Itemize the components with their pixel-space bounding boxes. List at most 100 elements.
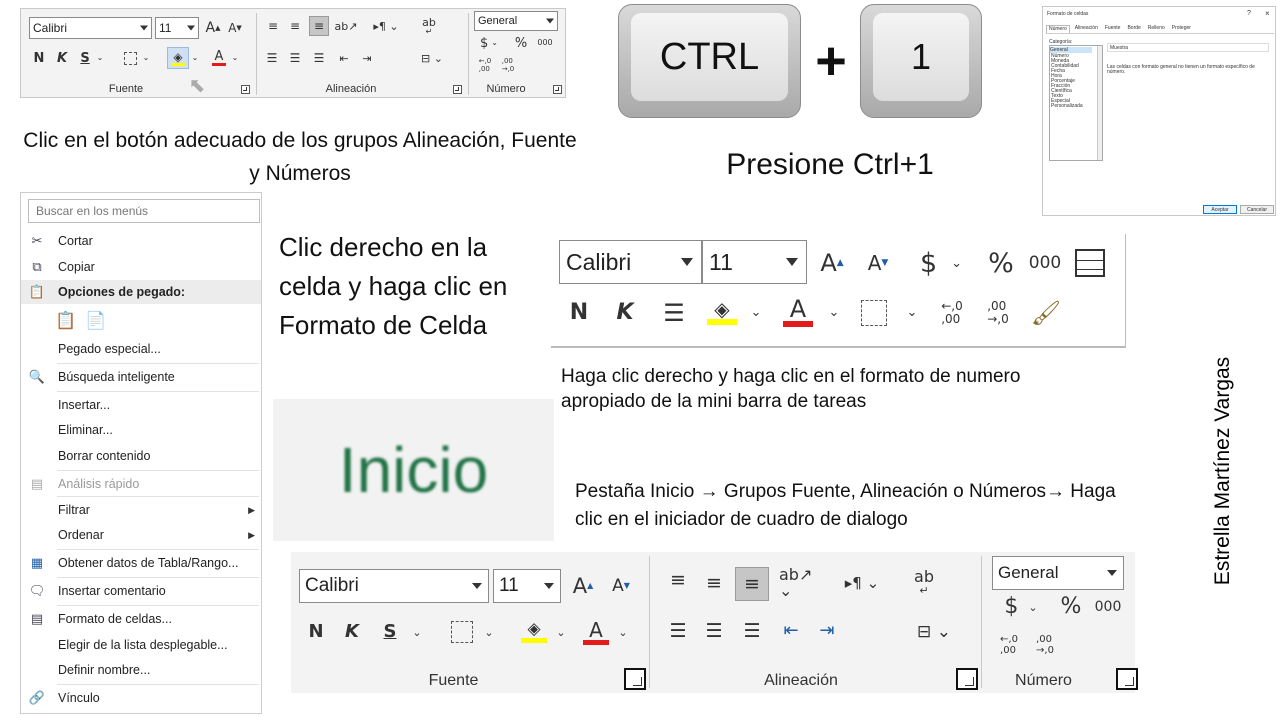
bottom-font-shrink-icon[interactable]: A ▼ bbox=[607, 571, 635, 601]
alignment-dialog-launcher[interactable] bbox=[453, 85, 462, 94]
number-format-dropdown[interactable]: General bbox=[474, 11, 558, 31]
bottom-rtl-icon[interactable]: ▸¶ ⌄ bbox=[837, 569, 887, 597]
decrease-decimal-icon[interactable]: ,00 →,0 bbox=[499, 57, 517, 75]
mini-increase-decimal-icon[interactable]: ←,0,00 bbox=[935, 296, 969, 330]
paste-values-icon[interactable]: 📄 bbox=[85, 309, 107, 333]
category-list[interactable]: General Número Moneda Contabilidad Fecha… bbox=[1049, 45, 1103, 161]
mini-percent-button[interactable]: % bbox=[985, 246, 1017, 280]
tab-numero[interactable]: Número bbox=[1046, 25, 1070, 33]
menu-item-cortar[interactable]: ✂ Cortar bbox=[21, 229, 261, 253]
bottom-number-dialog-launcher[interactable] bbox=[1116, 668, 1138, 690]
menu-item-pegado-especial[interactable]: Pegado especial... bbox=[21, 337, 261, 361]
menu-item-borrar-contenido[interactable]: Borrar contenido bbox=[21, 444, 261, 468]
inicio-tab-label[interactable]: Inicio bbox=[339, 433, 488, 507]
tab-borde[interactable]: Borde bbox=[1125, 25, 1142, 33]
merge-center-icon[interactable]: ⊟ ⌄ bbox=[418, 49, 446, 67]
bottom-decrease-decimal-icon[interactable]: ,00 →,0 bbox=[1031, 630, 1059, 660]
bottom-font-dialog-launcher[interactable] bbox=[624, 668, 646, 690]
bottom-merge-center-icon[interactable]: ⊟ ⌄ bbox=[909, 618, 959, 646]
borders-icon[interactable] bbox=[121, 49, 139, 67]
decrease-indent-icon[interactable]: ⇤ bbox=[335, 50, 353, 66]
bottom-bold-button[interactable]: N bbox=[305, 618, 327, 646]
orientation-icon[interactable]: ab↗ bbox=[335, 18, 358, 34]
mini-format-painter-icon[interactable]: 🖌 bbox=[1029, 296, 1063, 330]
bottom-borders-dropdown-icon[interactable]: ⌄ bbox=[481, 620, 497, 644]
mini-font-shrink-icon[interactable]: A ▼ bbox=[863, 248, 893, 278]
menu-item-elegir-lista[interactable]: Elegir de la lista desplegable... bbox=[21, 633, 261, 657]
italic-button[interactable]: K bbox=[54, 49, 70, 67]
tab-alineacion[interactable]: Alineación bbox=[1073, 25, 1100, 33]
menu-item-insertar[interactable]: Insertar... bbox=[21, 393, 261, 417]
category-item[interactable]: Personalizada bbox=[1051, 103, 1083, 109]
bottom-align-center-icon[interactable]: ☰ bbox=[701, 618, 727, 644]
mini-font-grow-icon[interactable]: A ▲ bbox=[817, 248, 847, 278]
bottom-number-format-dropdown[interactable]: General bbox=[992, 556, 1124, 590]
align-left-icon[interactable]: ☰ bbox=[264, 50, 280, 66]
mini-font-name-dropdown[interactable]: Calibri bbox=[559, 240, 702, 284]
align-middle-icon[interactable]: ≡ bbox=[287, 18, 303, 34]
tab-fuente[interactable]: Fuente bbox=[1103, 25, 1123, 33]
bottom-align-right-icon[interactable]: ☰ bbox=[739, 618, 765, 644]
align-bottom-icon[interactable]: ≡ bbox=[309, 16, 329, 36]
bottom-wrap-text-button[interactable]: ab ↵ bbox=[909, 566, 939, 598]
mini-fill-color-button[interactable]: ◈ bbox=[705, 294, 739, 330]
mini-format-cells-icon[interactable] bbox=[1073, 246, 1107, 280]
mini-font-color-button[interactable]: A bbox=[781, 294, 815, 330]
menu-search-input[interactable]: Buscar en los menús bbox=[28, 199, 260, 223]
increase-indent-icon[interactable]: ⇥ bbox=[358, 50, 376, 66]
menu-item-busqueda-inteligente[interactable]: 🔍 Búsqueda inteligente bbox=[21, 365, 261, 389]
bottom-align-middle-icon[interactable]: ≡ bbox=[701, 570, 727, 596]
paste-formula-icon[interactable]: 📋 bbox=[55, 309, 77, 333]
ok-button[interactable]: Aceptar bbox=[1203, 205, 1237, 214]
align-top-icon[interactable]: ≡ bbox=[265, 18, 281, 34]
mini-bold-button[interactable]: N bbox=[567, 298, 591, 328]
underline-button[interactable]: S bbox=[77, 49, 93, 67]
mini-italic-button[interactable]: K bbox=[613, 298, 637, 328]
bottom-increase-decimal-icon[interactable]: ←,0,00 bbox=[995, 630, 1023, 660]
bottom-align-bottom-icon[interactable]: ≡ bbox=[735, 567, 769, 601]
bottom-font-size-dropdown[interactable]: 11 bbox=[493, 569, 561, 603]
mini-decrease-decimal-icon[interactable]: ,00 →,0 bbox=[981, 296, 1015, 330]
bottom-font-grow-icon[interactable]: A ▲ bbox=[569, 571, 597, 601]
percent-button[interactable]: % bbox=[513, 35, 529, 51]
bold-button[interactable]: N bbox=[31, 49, 47, 67]
mini-borders-icon[interactable] bbox=[859, 298, 889, 328]
font-color-dropdown-icon[interactable]: ⌄ bbox=[230, 49, 240, 67]
bottom-increase-indent-icon[interactable]: ⇥ bbox=[813, 618, 841, 644]
tab-relleno[interactable]: Relleno bbox=[1146, 25, 1167, 33]
align-right-icon[interactable]: ☰ bbox=[311, 50, 327, 66]
bottom-orientation-icon[interactable]: ab↗ ⌄ bbox=[779, 567, 823, 599]
menu-item-obtener-datos[interactable]: ▦ Obtener datos de Tabla/Rango... bbox=[21, 551, 261, 575]
cancel-button[interactable]: Cancelar bbox=[1240, 205, 1274, 214]
menu-item-eliminar[interactable]: Eliminar... bbox=[21, 418, 261, 442]
bottom-fill-color-button[interactable]: ◈ bbox=[519, 616, 549, 648]
tab-proteger[interactable]: Proteger bbox=[1170, 25, 1193, 33]
bottom-alignment-dialog-launcher[interactable] bbox=[956, 668, 978, 690]
dialog-help-icon[interactable]: ? bbox=[1247, 10, 1251, 17]
font-name-dropdown[interactable]: Calibri bbox=[29, 17, 152, 39]
mini-borders-dropdown-icon[interactable]: ⌄ bbox=[903, 300, 921, 324]
bottom-percent-button[interactable]: % bbox=[1057, 592, 1085, 622]
bottom-italic-button[interactable]: K bbox=[341, 618, 363, 646]
fill-color-dropdown-icon[interactable]: ⌄ bbox=[190, 49, 200, 67]
borders-dropdown-icon[interactable]: ⌄ bbox=[141, 49, 151, 67]
wrap-text-button[interactable]: ab ↵ bbox=[419, 16, 439, 36]
mini-font-color-dropdown-icon[interactable]: ⌄ bbox=[825, 300, 843, 324]
thousands-button[interactable]: 000 bbox=[535, 35, 555, 51]
menu-item-filtrar[interactable]: Filtrar ▶ bbox=[21, 498, 261, 522]
bottom-fill-dropdown-icon[interactable]: ⌄ bbox=[553, 620, 569, 644]
category-scrollbar[interactable] bbox=[1097, 46, 1102, 160]
dialog-close-icon[interactable]: × bbox=[1265, 9, 1270, 18]
menu-item-vinculo[interactable]: 🔗 Vínculo bbox=[21, 686, 261, 710]
mini-fill-dropdown-icon[interactable]: ⌄ bbox=[747, 300, 765, 324]
fill-color-button[interactable]: ◈ bbox=[167, 47, 189, 69]
bottom-decrease-indent-icon[interactable]: ⇤ bbox=[777, 618, 805, 644]
mini-currency-button[interactable]: $ ⌄ bbox=[911, 246, 971, 280]
menu-item-definir-nombre[interactable]: Definir nombre... bbox=[21, 658, 261, 682]
currency-button[interactable]: $ ⌄ bbox=[476, 35, 502, 51]
bottom-borders-icon[interactable] bbox=[449, 618, 475, 646]
menu-item-formato-de-celdas[interactable]: ▤ Formato de celdas... bbox=[21, 607, 261, 631]
bottom-align-top-icon[interactable]: ≡ bbox=[665, 567, 691, 593]
bottom-currency-button[interactable]: $ ⌄ bbox=[997, 592, 1045, 622]
bottom-font-name-dropdown[interactable]: Calibri bbox=[299, 569, 489, 603]
